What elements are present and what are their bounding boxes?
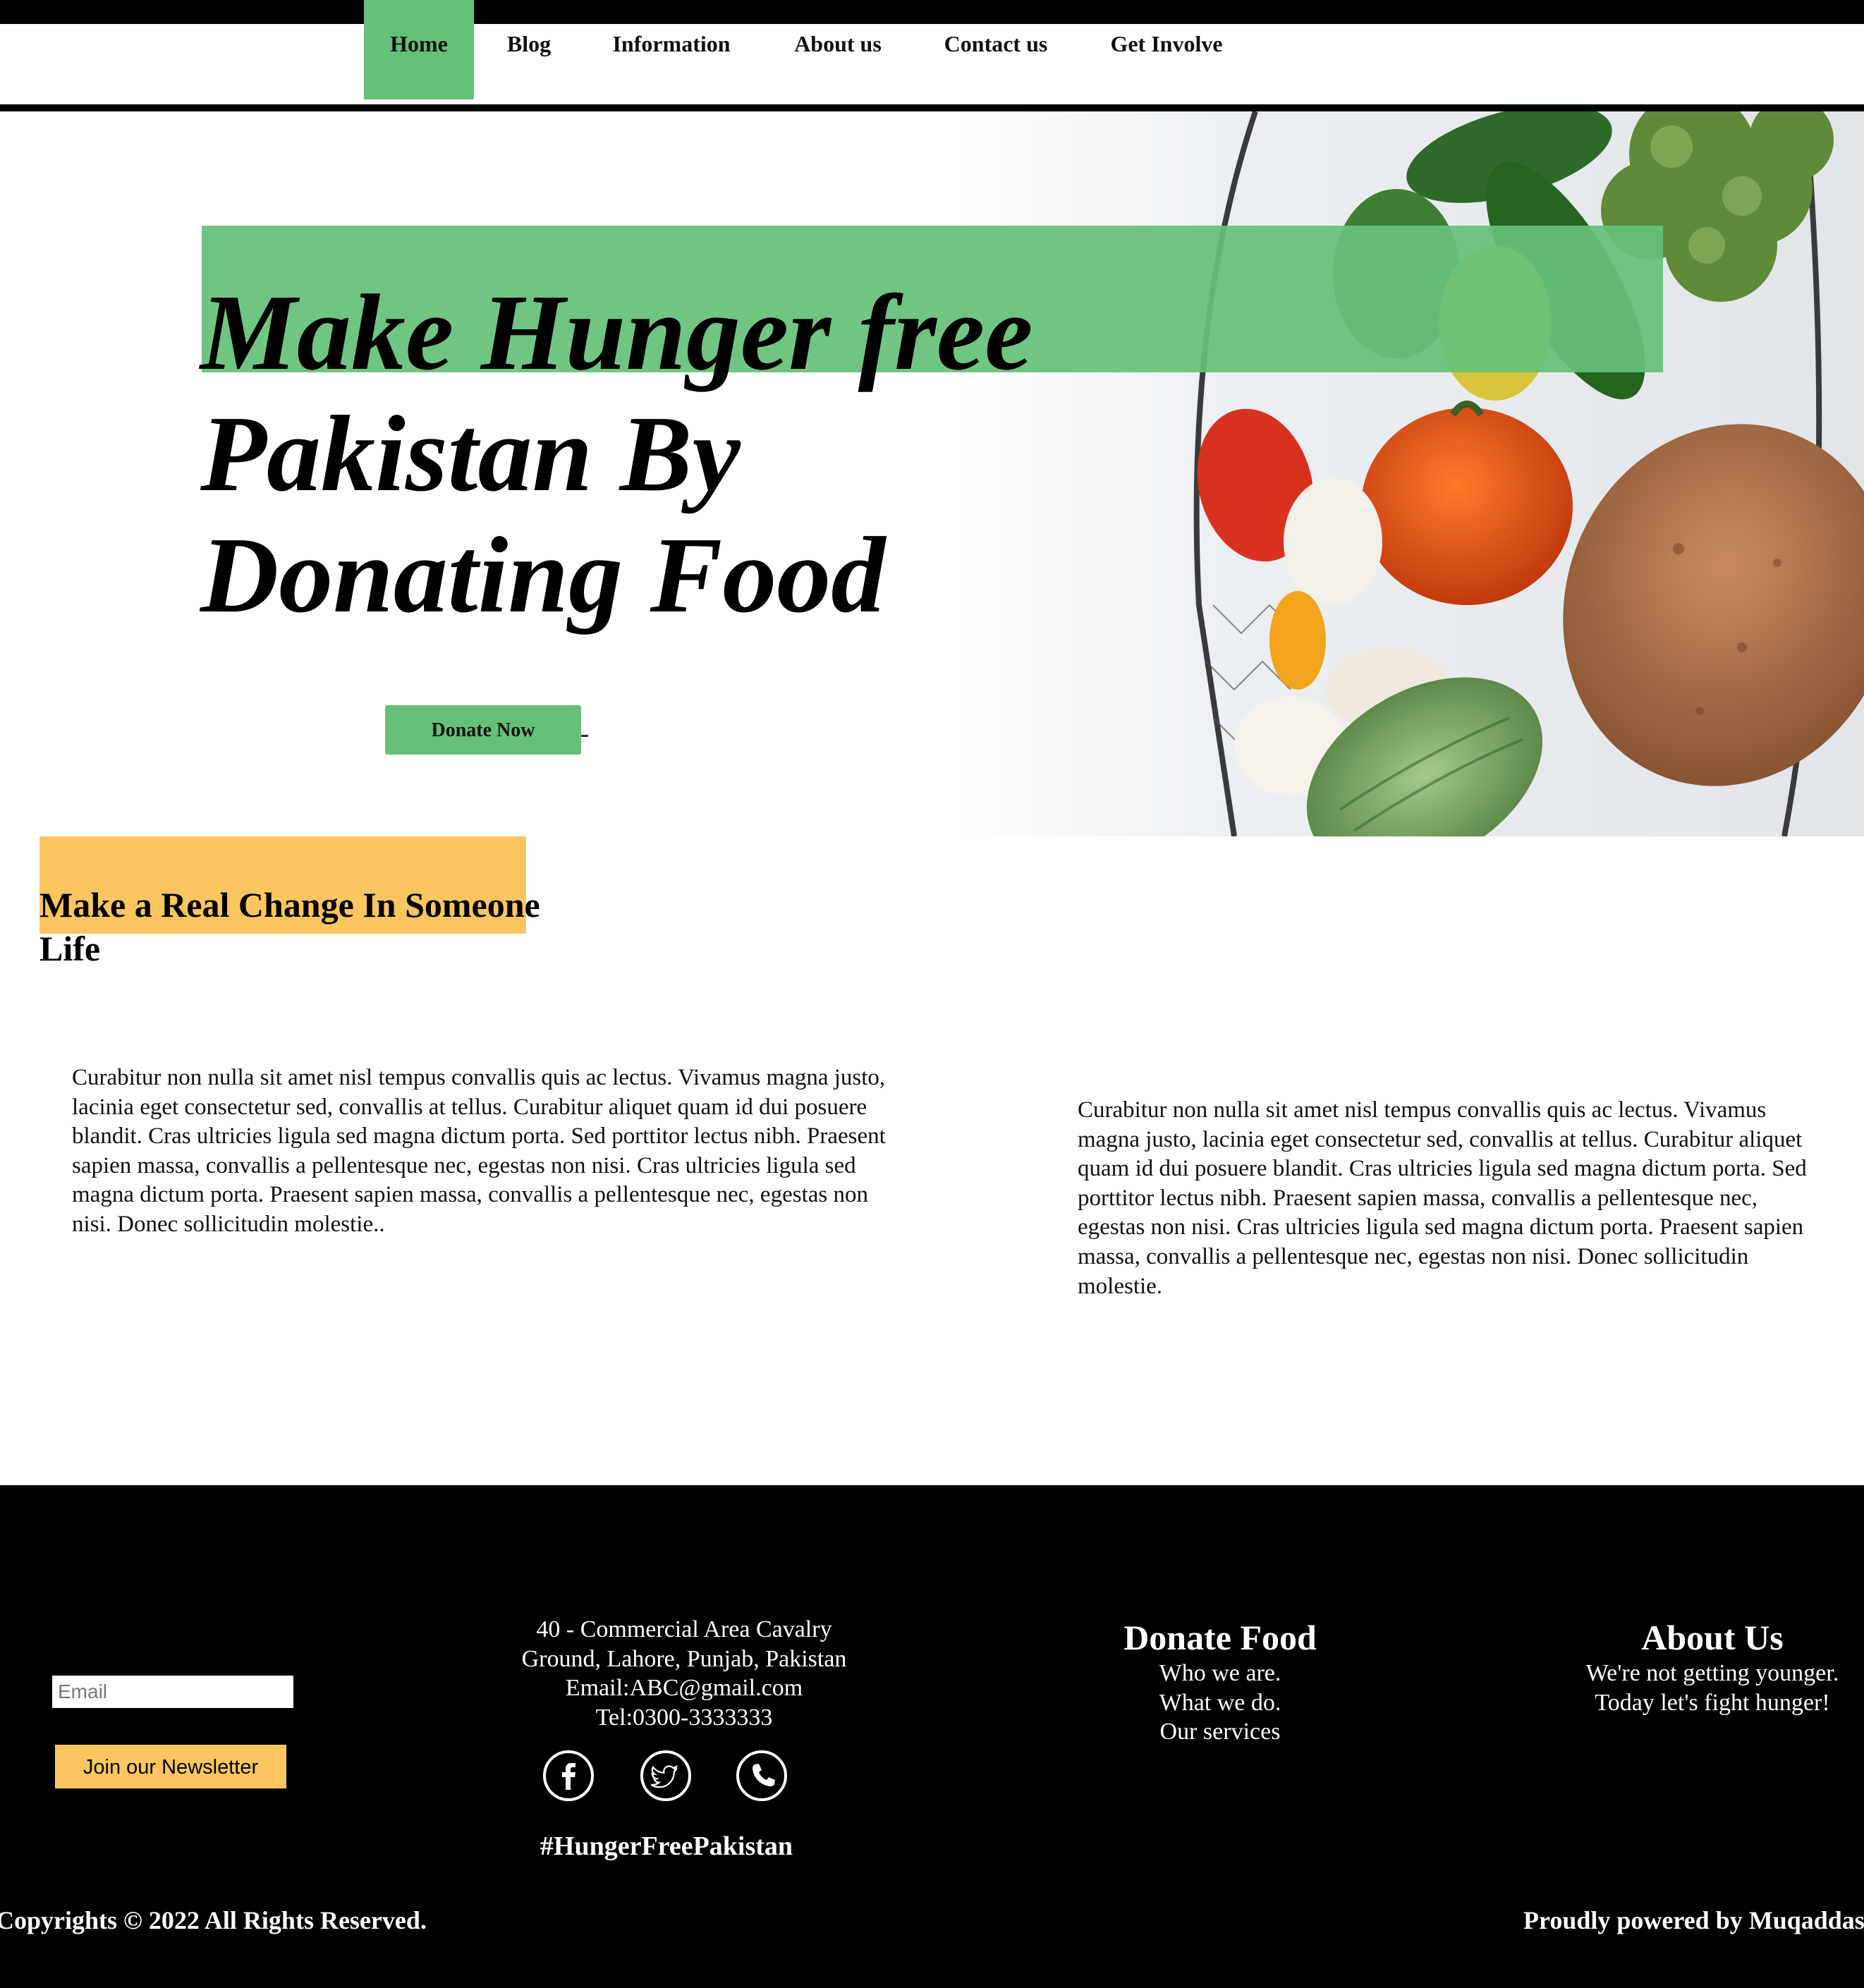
footer-link-what-we-do[interactable]: What we do. [1079, 1688, 1361, 1718]
powered-by-text: Proudly powered by Muqaddas [1523, 1906, 1864, 1934]
body-paragraph-right: Curabitur non nulla sit amet nisl tempus… [1078, 1097, 1807, 1299]
hashtag: #HungerFreePakistan [540, 1831, 793, 1861]
nav-about-us[interactable]: About us [783, 0, 893, 75]
footer-link-our-services[interactable]: Our services [1079, 1717, 1361, 1747]
nav-contact-us[interactable]: Contact us [934, 0, 1058, 75]
top-bar [0, 0, 1864, 24]
donate-now-button[interactable]: Donate Now [385, 705, 581, 755]
footer-donate-food-title: Donate Food [1123, 1618, 1317, 1657]
hero-title-line: Make Hunger free [200, 273, 1033, 393]
join-newsletter-button[interactable]: Join our Newsletter [55, 1745, 286, 1788]
nav-blog[interactable]: Blog [494, 0, 564, 75]
footer-about-line: Today let's fight hunger! [1595, 1689, 1830, 1716]
footer-link-who-we-are[interactable]: Who we are. [1079, 1659, 1361, 1688]
nav-get-involve[interactable]: Get Involve [1100, 0, 1233, 75]
body-paragraph-left: Curabitur non nulla sit amet nisl tempus… [72, 1065, 886, 1237]
contact-email: Email:ABC@gmail.com [565, 1675, 803, 1702]
nav-information[interactable]: Information [599, 0, 743, 75]
footer-about-title: About Us [1641, 1618, 1784, 1657]
hero-title-line: Donating Food [200, 516, 886, 635]
nav-home[interactable]: Home [364, 0, 474, 99]
copyright-text: Copyrights © 2022 All Rights Reserved. [0, 1906, 427, 1934]
footer: Join our Newsletter 40 - Commercial Area… [0, 1485, 1864, 1988]
address-line: 40 - Commercial Area Cavalry [536, 1616, 832, 1642]
hero-title-line: Pakistan By [200, 394, 741, 514]
phone-icon[interactable] [736, 1750, 787, 1801]
footer-donate-food: Donate Food Who we are. What we do. Our … [1079, 1616, 1361, 1747]
footer-about-us: About Us We're not getting younger. Toda… [1529, 1616, 1864, 1717]
hero-title: Make Hunger free Pakistan By Donating Fo… [200, 272, 1117, 636]
change-section-title: Make a Real Change In Someone Life [39, 885, 540, 968]
footer-about-line: We're not getting younger. [1585, 1660, 1839, 1686]
donate-button-mark [581, 735, 588, 737]
nav-divider [0, 104, 1864, 111]
newsletter-email-input[interactable] [52, 1676, 293, 1708]
facebook-icon[interactable] [543, 1750, 594, 1801]
address-line: Ground, Lahore, Punjab, Pakistan [521, 1645, 847, 1672]
footer-contact-info: 40 - Commercial Area Cavalry Ground, Lah… [423, 1615, 945, 1732]
contact-phone: Tel:0300-3333333 [595, 1704, 773, 1731]
twitter-icon[interactable] [640, 1750, 691, 1801]
main-nav: Home Blog Information About us Contact u… [0, 0, 1864, 104]
